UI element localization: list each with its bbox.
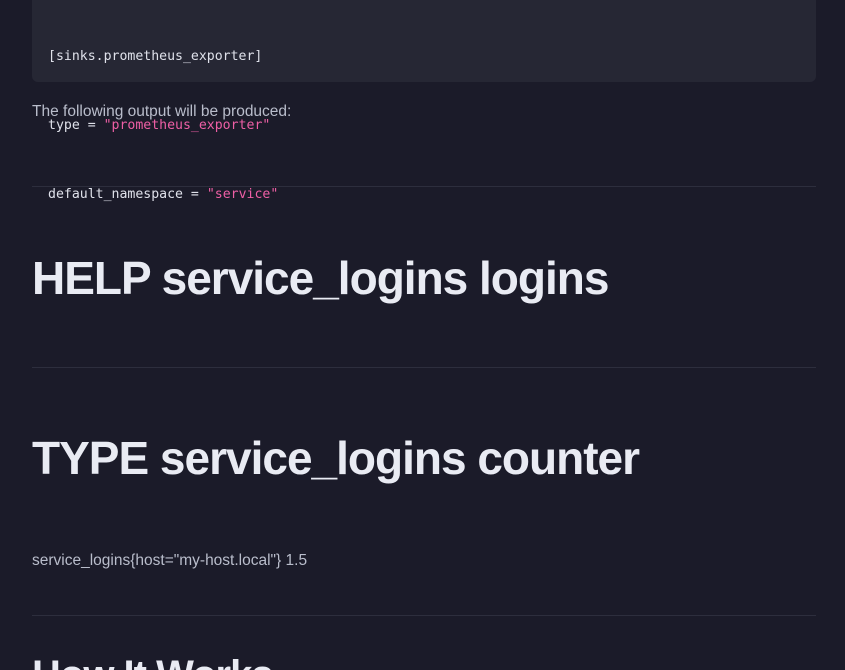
divider (32, 186, 816, 187)
metric-output-line: service_logins{host="my-host.local"} 1.5 (32, 552, 308, 569)
intro-paragraph: The following output will be produced: (32, 103, 292, 120)
heading-how-it-works: How It Works (32, 655, 274, 670)
divider (32, 367, 816, 368)
divider (32, 615, 816, 616)
code-line-section: [sinks.prometheus_exporter] (48, 45, 800, 68)
heading-type: TYPE service_logins counter (32, 432, 640, 484)
code-string-namespace: "service" (206, 187, 279, 202)
heading-help: HELP service_logins logins (32, 252, 609, 304)
code-operator: = (182, 187, 207, 202)
code-key-namespace: default_namespace (48, 187, 183, 202)
config-code-block: [sinks.prometheus_exporter] type = "prom… (32, 0, 816, 202)
code-section-header: [sinks.prometheus_exporter] (48, 49, 263, 64)
